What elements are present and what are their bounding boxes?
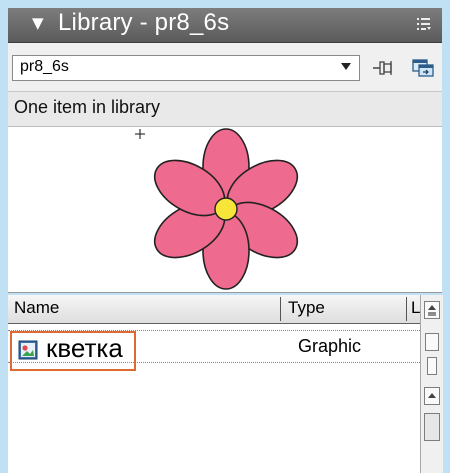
scrollbar-thumb[interactable] (424, 413, 440, 441)
new-library-panel-icon[interactable] (412, 58, 434, 78)
column-divider[interactable] (280, 297, 281, 321)
library-item-row[interactable]: кветка Graphic (8, 330, 420, 371)
wide-state-button[interactable] (425, 333, 439, 351)
library-status: One item in library (8, 92, 442, 127)
sort-icon (428, 305, 436, 316)
flower-preview-graphic (135, 128, 299, 290)
chevron-up-icon (428, 393, 436, 398)
chevron-down-icon[interactable] (341, 63, 351, 70)
list-side-controls (420, 295, 443, 473)
column-header-name[interactable]: Name (14, 298, 59, 318)
symbol-preview (8, 127, 442, 293)
list-header: Name Type Li (8, 295, 420, 324)
library-select-value: pr8_6s (20, 58, 69, 75)
panel-titlebar[interactable]: ▼ Library - pr8_6s (8, 8, 442, 43)
item-count-text: One item in library (14, 97, 161, 117)
item-name[interactable]: кветка (46, 333, 123, 364)
pin-library-icon[interactable] (372, 58, 394, 78)
column-divider[interactable] (406, 297, 407, 321)
panel-title: Library - pr8_6s (58, 9, 230, 36)
library-item-list: кветка Graphic (8, 324, 420, 473)
graphic-symbol-icon (18, 340, 38, 360)
column-header-linkage[interactable]: Li (411, 298, 420, 318)
collapse-arrow-icon[interactable]: ▼ (32, 14, 44, 32)
item-type: Graphic (298, 336, 362, 356)
scroll-up-button[interactable] (424, 387, 440, 405)
narrow-state-button[interactable] (427, 357, 437, 375)
panel-options-icon[interactable] (416, 16, 432, 32)
item-name-highlight: кветка (10, 331, 136, 371)
column-header-type[interactable]: Type (288, 298, 325, 318)
library-panel: ▼ Library - pr8_6s pr8_6s One item in li… (8, 0, 443, 473)
sort-order-button[interactable] (424, 301, 440, 319)
library-select[interactable]: pr8_6s (12, 55, 360, 81)
library-toolbar: pr8_6s (8, 43, 442, 92)
